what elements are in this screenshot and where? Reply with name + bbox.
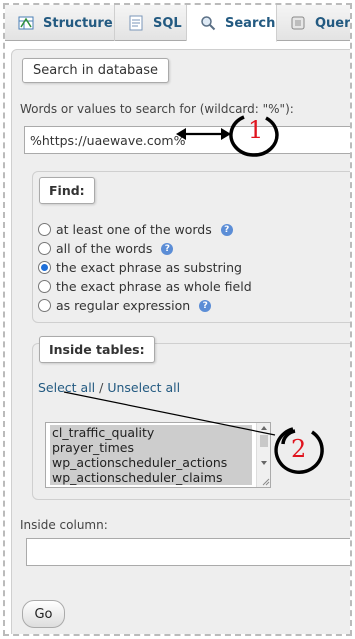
table-option[interactable]: wp_actionscheduler_claims — [50, 470, 252, 485]
select-all-link[interactable]: Select all — [38, 380, 95, 395]
tab-bar: Structure SQL Search Query — [5, 5, 351, 42]
query-icon — [289, 14, 307, 32]
structure-icon — [17, 14, 35, 32]
select-separator: / — [95, 380, 108, 395]
tab-search-label: Search — [225, 15, 276, 31]
find-option-regex-label: as regular expression — [56, 298, 191, 313]
search-form: Search in database Words or values to se… — [11, 49, 350, 634]
table-option[interactable]: prayer_times — [50, 440, 252, 455]
marker-2-number: 2 — [291, 435, 307, 463]
marker-1-number: 1 — [248, 116, 264, 144]
find-option-substring-label: the exact phrase as substring — [56, 260, 242, 275]
find-option-substring[interactable]: the exact phrase as substring — [38, 260, 242, 275]
help-icon[interactable]: ? — [199, 299, 212, 312]
column-input[interactable] — [26, 538, 350, 566]
browser-frame: Structure SQL Search Query Search in dat… — [3, 3, 352, 636]
radio-substring[interactable] — [38, 261, 51, 274]
search-icon — [199, 14, 217, 32]
go-button[interactable]: Go — [22, 600, 65, 628]
tables-listbox[interactable]: cl_traffic_quality prayer_times wp_actio… — [45, 422, 271, 488]
find-option-wholefield[interactable]: the exact phrase as whole field — [38, 279, 252, 294]
tables-fieldset: Inside tables: Select all / Unselect all… — [32, 336, 350, 500]
tab-search[interactable]: Search — [187, 5, 277, 42]
find-legend: Find: — [39, 177, 95, 204]
help-icon[interactable]: ? — [161, 242, 174, 255]
tab-structure-label: Structure — [43, 15, 113, 31]
search-words-value: %https://uaewave.com% — [30, 133, 186, 148]
listbox-scrollbar[interactable] — [256, 423, 270, 487]
tab-structure[interactable]: Structure — [5, 5, 115, 41]
radio-all[interactable] — [38, 242, 51, 255]
find-option-all[interactable]: all of the words ? — [38, 241, 174, 256]
words-label: Words or values to search for (wildcard:… — [20, 102, 294, 116]
unselect-all-link[interactable]: Unselect all — [107, 380, 180, 395]
table-option[interactable]: wp_actionscheduler_actions — [50, 455, 252, 470]
find-option-regex[interactable]: as regular expression ? — [38, 298, 212, 313]
find-option-wholefield-label: the exact phrase as whole field — [56, 279, 252, 294]
tab-sql-label: SQL — [153, 15, 182, 31]
find-fieldset: Find: at least one of the words ? all of… — [32, 171, 350, 323]
column-label: Inside column: — [20, 518, 108, 532]
tab-query-label: Query — [315, 15, 351, 31]
radio-any[interactable] — [38, 223, 51, 236]
table-option[interactable]: cl_traffic_quality — [50, 425, 252, 440]
find-option-any-label: at least one of the words — [56, 222, 212, 237]
tab-sql[interactable]: SQL — [115, 5, 187, 41]
radio-regex[interactable] — [38, 299, 51, 312]
select-links: Select all / Unselect all — [38, 380, 180, 395]
search-words-input[interactable]: %https://uaewave.com% — [24, 126, 350, 154]
find-option-any[interactable]: at least one of the words ? — [38, 222, 233, 237]
tab-query[interactable]: Query — [277, 5, 351, 41]
radio-wholefield[interactable] — [38, 280, 51, 293]
tables-legend: Inside tables: — [39, 336, 155, 363]
help-icon[interactable]: ? — [220, 223, 233, 236]
sql-icon — [127, 14, 145, 32]
find-option-all-label: all of the words — [56, 241, 153, 256]
search-legend: Search in database — [22, 58, 170, 83]
